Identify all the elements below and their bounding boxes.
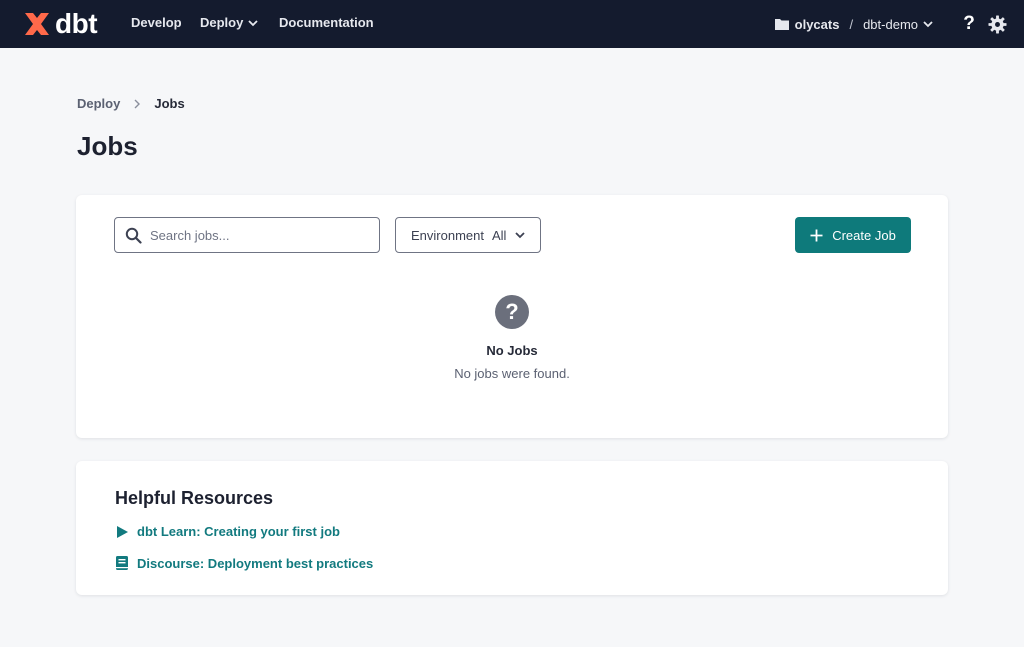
book-icon: [116, 556, 128, 570]
question-circle-icon: ?: [495, 295, 529, 329]
create-job-button[interactable]: Create Job: [795, 217, 911, 253]
environment-filter-label: Environment: [411, 227, 484, 243]
environment-filter[interactable]: Environment All: [395, 217, 541, 253]
chevron-right-icon: [134, 99, 141, 108]
page-title: Jobs: [77, 131, 138, 161]
resource-link-discourse-label: Discourse: Deployment best practices: [137, 555, 374, 571]
helpful-resources-card: Helpful Resources dbt Learn: Creating yo…: [76, 461, 948, 595]
top-nav-bar: dbt Develop Deploy Documentation olycats…: [0, 0, 1024, 48]
helpful-resources-title: Helpful Resources: [115, 488, 274, 508]
breadcrumb-jobs: Jobs: [154, 96, 185, 111]
nav-documentation[interactable]: Documentation: [279, 15, 374, 30]
nav-develop-label: Develop: [131, 15, 182, 30]
project-switcher[interactable]: dbt-demo: [863, 17, 934, 32]
chevron-down-icon: [923, 21, 933, 28]
breadcrumb-deploy[interactable]: Deploy: [77, 96, 120, 111]
resource-link-dbt-learn[interactable]: dbt Learn: Creating your first job: [115, 524, 340, 539]
play-icon: [117, 525, 128, 538]
empty-state-subtitle: No jobs were found.: [454, 366, 570, 381]
nav-deploy[interactable]: Deploy: [200, 15, 259, 30]
account-switcher[interactable]: olycats: [774, 16, 840, 32]
environment-filter-value: All: [491, 227, 507, 243]
nav-documentation-label: Documentation: [279, 15, 374, 30]
empty-state-title: No Jobs: [486, 343, 538, 358]
plus-icon: [810, 229, 823, 241]
gear-icon[interactable]: [986, 13, 1008, 35]
nav-develop[interactable]: Develop: [131, 15, 182, 30]
create-job-label: Create Job: [832, 227, 896, 243]
search-jobs-input[interactable]: [150, 227, 370, 243]
account-name: olycats: [794, 16, 840, 32]
brand-name: dbt: [55, 8, 98, 39]
account-project-separator: /: [849, 16, 854, 32]
chevron-down-icon: [248, 19, 258, 26]
project-name: dbt-demo: [863, 16, 918, 32]
search-icon: [125, 227, 142, 244]
dbt-logo[interactable]: dbt: [22, 8, 98, 39]
dbt-logo-icon: [25, 13, 49, 35]
nav-deploy-label: Deploy: [200, 15, 244, 30]
resource-link-dbt-learn-label: dbt Learn: Creating your first job: [137, 524, 340, 539]
search-box: [114, 217, 380, 253]
chevron-down-icon: [515, 232, 526, 239]
empty-state: ? No Jobs No jobs were found.: [76, 295, 948, 381]
question-icon[interactable]: ?: [958, 13, 980, 35]
jobs-card: Environment All Create Job ? No Jobs No …: [76, 195, 948, 438]
resource-link-discourse[interactable]: Discourse: Deployment best practices: [115, 555, 373, 571]
folder-icon: [774, 19, 789, 30]
breadcrumb: Deploy Jobs: [77, 96, 185, 111]
nav-right: olycats / dbt-demo ?: [774, 13, 1008, 35]
